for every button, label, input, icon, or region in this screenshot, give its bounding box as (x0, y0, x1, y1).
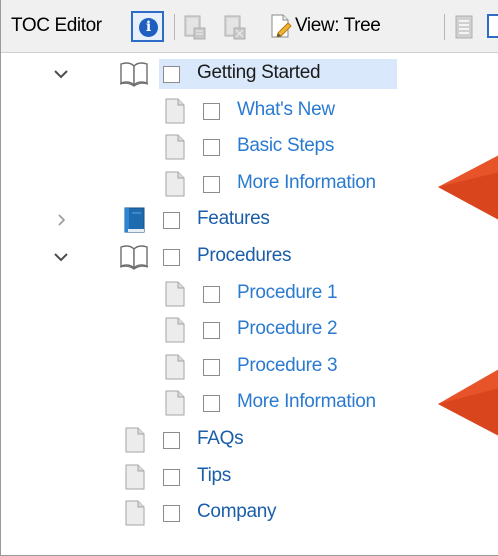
tree-item-checkbox[interactable] (163, 249, 180, 266)
tree-item-checkbox[interactable] (163, 212, 180, 229)
tree-item-label[interactable]: More Information (237, 391, 376, 413)
tree-item-checkbox[interactable] (203, 176, 220, 193)
view-mode-label: View: Tree (295, 15, 381, 36)
tree-item[interactable]: Procedure 1 (1, 276, 498, 312)
tree-item[interactable]: More Information (1, 166, 498, 202)
tree-item[interactable]: What's New (1, 93, 498, 129)
tree-item-label[interactable]: FAQs (197, 428, 244, 450)
toolbar: TOC Editor i View: Tree (1, 0, 498, 53)
page-icon (165, 171, 185, 197)
overflow-button[interactable] (487, 14, 498, 38)
page-icon (165, 281, 185, 307)
tree-item[interactable]: Procedure 2 (1, 312, 498, 348)
page-icon (125, 427, 145, 453)
book-open-icon (119, 245, 149, 270)
tree-item-checkbox[interactable] (163, 432, 180, 449)
tree-item-checkbox[interactable] (203, 359, 220, 376)
tree-item-checkbox[interactable] (163, 66, 180, 83)
toolbar-separator (174, 14, 175, 40)
chevron-right-icon[interactable] (51, 210, 71, 230)
tree-item-label[interactable]: Basic Steps (237, 135, 334, 157)
tree-item-checkbox[interactable] (203, 395, 220, 412)
toc-editor-window: TOC Editor i View: Tree Getting Started … (0, 0, 498, 556)
tree-item-checkbox[interactable] (203, 103, 220, 120)
tree-item-label[interactable]: Procedure 3 (237, 355, 338, 377)
info-button[interactable]: i (131, 11, 164, 42)
page-icon (165, 317, 185, 343)
toolbar-title: TOC Editor (11, 15, 102, 36)
chevron-down-icon[interactable] (51, 64, 71, 84)
tree-item-label[interactable]: Procedures (197, 245, 291, 267)
callout-arrow-icon (438, 369, 498, 436)
tree-item[interactable]: Procedures (1, 239, 498, 275)
tree-item-label[interactable]: Company (197, 501, 277, 523)
page-icon (125, 500, 145, 526)
page-edit-icon (271, 14, 292, 38)
page-icon (165, 98, 185, 124)
tree-item[interactable]: More Information (1, 385, 498, 421)
page-icon (165, 390, 185, 416)
tree-item[interactable]: Getting Started (1, 56, 498, 92)
book-properties-icon[interactable] (181, 13, 207, 41)
tree-item[interactable]: Basic Steps (1, 129, 498, 165)
tree-item[interactable]: Procedure 3 (1, 349, 498, 385)
tree-item[interactable]: Features (1, 202, 498, 238)
book-closed-icon (124, 207, 145, 233)
tree-item-label[interactable]: Tips (197, 465, 231, 487)
tree-item[interactable]: FAQs (1, 422, 498, 458)
tree-item-checkbox[interactable] (203, 322, 220, 339)
tree-item-checkbox[interactable] (203, 286, 220, 303)
tree-item-checkbox[interactable] (203, 139, 220, 156)
book-layout-icon[interactable] (453, 13, 475, 41)
page-icon (165, 354, 185, 380)
chevron-down-icon[interactable] (51, 247, 71, 267)
tree-item-label[interactable]: Procedure 1 (237, 282, 338, 304)
callout-arrow-icon (438, 155, 498, 220)
book-open-icon (119, 62, 149, 87)
tree-item-checkbox[interactable] (163, 505, 180, 522)
page-icon (125, 464, 145, 490)
info-icon: i (139, 18, 158, 37)
tree-item[interactable]: Company (1, 495, 498, 531)
tree-item-label[interactable]: Procedure 2 (237, 318, 338, 340)
toolbar-separator (444, 14, 445, 40)
book-add-icon[interactable] (221, 13, 247, 41)
tree-item-checkbox[interactable] (163, 469, 180, 486)
tree-item-label[interactable]: Features (197, 208, 270, 230)
tree-item[interactable]: Tips (1, 459, 498, 495)
tree-item-label[interactable]: What's New (237, 99, 335, 121)
page-icon (165, 134, 185, 160)
tree-item-label[interactable]: Getting Started (197, 62, 321, 84)
tree-item-label[interactable]: More Information (237, 172, 376, 194)
